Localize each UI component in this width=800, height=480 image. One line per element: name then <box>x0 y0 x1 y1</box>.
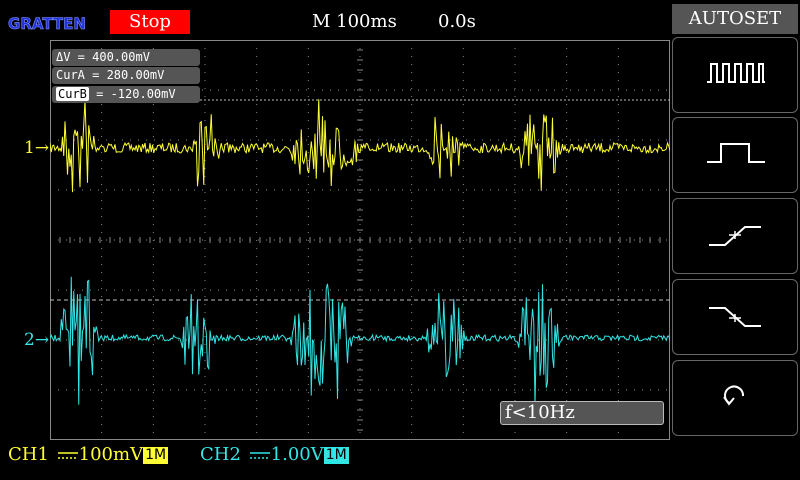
ch1-impedance-badge: 1M <box>143 447 169 464</box>
rising-edge-button[interactable] <box>672 198 798 274</box>
single-pulse-icon <box>707 143 765 163</box>
ch1-level-marker[interactable]: 1→ <box>24 139 49 157</box>
cursor-b-readout: CurB = -120.00mV <box>52 86 200 103</box>
trigger-offset-readout: 0.0s <box>438 11 476 32</box>
cursor-a-readout: CurA = 280.00mV <box>52 67 200 84</box>
delta-v-readout: ΔV = 400.00mV <box>52 49 200 66</box>
multi-cycle-button[interactable] <box>672 37 798 113</box>
delta-v-value: = 400.00mV <box>70 50 150 64</box>
run-stop-indicator[interactable]: Stop <box>110 10 190 34</box>
single-cycle-button[interactable] <box>672 117 798 193</box>
falling-edge-button[interactable] <box>672 279 798 355</box>
ch2-scale: 1.00V <box>270 444 324 465</box>
delta-v-label: ΔV <box>56 50 71 64</box>
frequency-readout: f<10Hz <box>500 401 664 425</box>
dc-coupling-icon <box>57 452 78 459</box>
ch1-name: CH1 <box>8 444 49 465</box>
cursor-a-value: = 280.00mV <box>84 68 165 82</box>
ch2-status[interactable]: CH2 1.00V 1M <box>200 445 349 465</box>
ch1-status[interactable]: CH1 100mV 1M <box>8 444 169 465</box>
rising-edge-icon <box>709 226 761 246</box>
falling-edge-icon <box>709 307 761 327</box>
timebase-readout[interactable]: M 100ms <box>312 10 397 34</box>
multi-pulse-icon <box>707 63 765 83</box>
ch2-name: CH2 <box>200 444 241 465</box>
undo-icon <box>723 385 745 406</box>
ch1-scale: 100mV <box>78 444 144 465</box>
ch2-level-marker[interactable]: 2→ <box>24 331 49 349</box>
cursor-b-value: = -120.00mV <box>88 87 176 101</box>
oscilloscope-screen: GRATTEN Stop M 100ms 0.0s ΔV = 400.00mV … <box>0 0 800 480</box>
ch2-impedance-badge: 1M <box>323 447 349 464</box>
dc-coupling-icon <box>249 452 270 459</box>
menu-title: AUTOSET <box>672 4 798 34</box>
undo-autoset-button[interactable] <box>672 360 798 436</box>
cursor-b-label: CurB <box>56 87 89 101</box>
cursor-a-label: CurA <box>56 68 85 82</box>
svg-text:GRATTEN: GRATTEN <box>8 14 86 33</box>
brand-logo: GRATTEN <box>8 14 86 33</box>
ch1-waveform <box>50 99 670 193</box>
ch2-waveform <box>50 276 670 405</box>
